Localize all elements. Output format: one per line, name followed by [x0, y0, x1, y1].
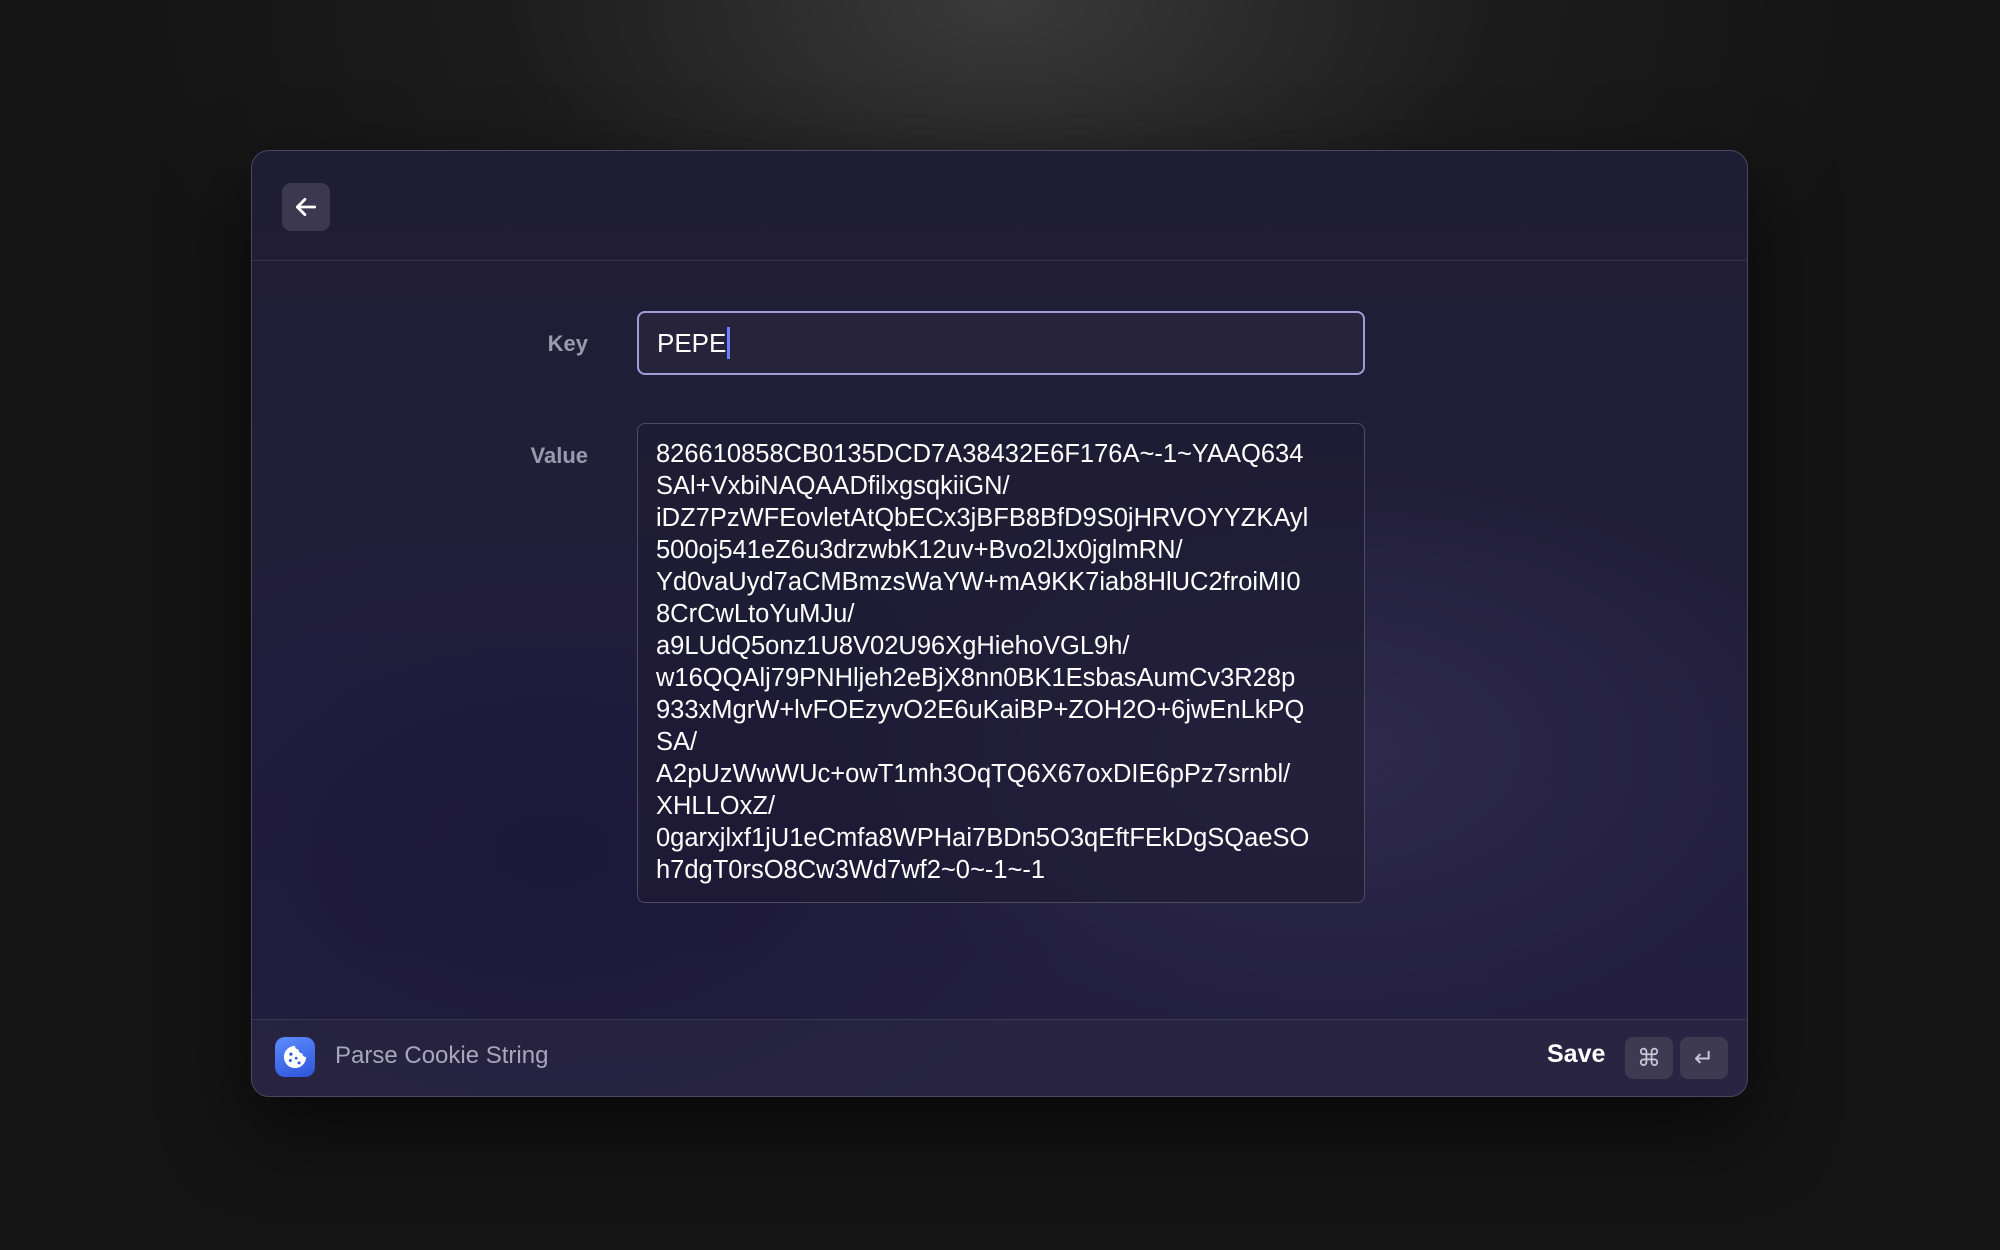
action-bar: Parse Cookie String Save ⌘ ↵	[252, 1019, 1747, 1096]
extension-window: Key PEPE Value 826610858CB0135DCD7A38432…	[251, 150, 1748, 1097]
value-line: SAl+VxbiNAQAADfilxgsqkiiGN/	[656, 472, 1010, 500]
key-label: Key	[547, 331, 588, 356]
key-input[interactable]: PEPE	[637, 311, 1365, 375]
value-line: A2pUzWwWUc+owT1mh3OqTQ6X67oxDIE6pPz7srnb…	[656, 760, 1291, 788]
text-caret	[727, 327, 731, 359]
value-line: 0garxjlxf1jU1eCmfa8WPHai7BDn5O3qEftFEkDg…	[656, 824, 1310, 852]
value-line: 500oj541eZ6u3drzwbK12uv+Bvo2lJx0jglmRN/	[656, 536, 1183, 564]
save-button[interactable]: Save	[1547, 1040, 1605, 1069]
back-button[interactable]	[282, 183, 330, 231]
value-line: Yd0vaUyd7aCMBmzsWaYW+mA9KK7iab8HlUC2froi…	[656, 568, 1301, 596]
arrow-left-icon	[295, 198, 317, 216]
cookie-icon	[275, 1037, 315, 1077]
value-line: a9LUdQ5onz1U8V02U96XgHiehoVGL9h/	[656, 632, 1130, 660]
key-input-value: PEPE	[657, 327, 727, 358]
value-line: 933xMgrW+lvFOEzyvO2E6uKaiBP+ZOH2O+6jwEnL…	[656, 696, 1305, 724]
value-line: w16QQAlj79PNHljeh2eBjX8nn0BK1EsbasAumCv3…	[656, 664, 1296, 692]
value-label: Value	[530, 443, 588, 468]
value-textarea[interactable]: 826610858CB0135DCD7A38432E6F176A~-1~YAAQ…	[637, 423, 1365, 903]
value-line: SA/	[656, 728, 698, 756]
extension-title: Parse Cookie String	[335, 1042, 549, 1069]
value-line: iDZ7PzWFEovletAtQbECx3jBFB8BfD9S0jHRVOYY…	[656, 504, 1309, 532]
command-key-icon: ⌘	[1625, 1037, 1673, 1079]
value-line: 8CrCwLtoYuMJu/	[656, 600, 855, 628]
return-key-icon: ↵	[1680, 1037, 1728, 1079]
window-header	[252, 151, 1747, 261]
value-line: h7dgT0rsO8Cw3Wd7wf2~0~-1~-1	[656, 856, 1046, 884]
value-line: XHLLOxZ/	[656, 792, 776, 820]
value-line: 826610858CB0135DCD7A38432E6F176A~-1~YAAQ…	[656, 440, 1304, 468]
